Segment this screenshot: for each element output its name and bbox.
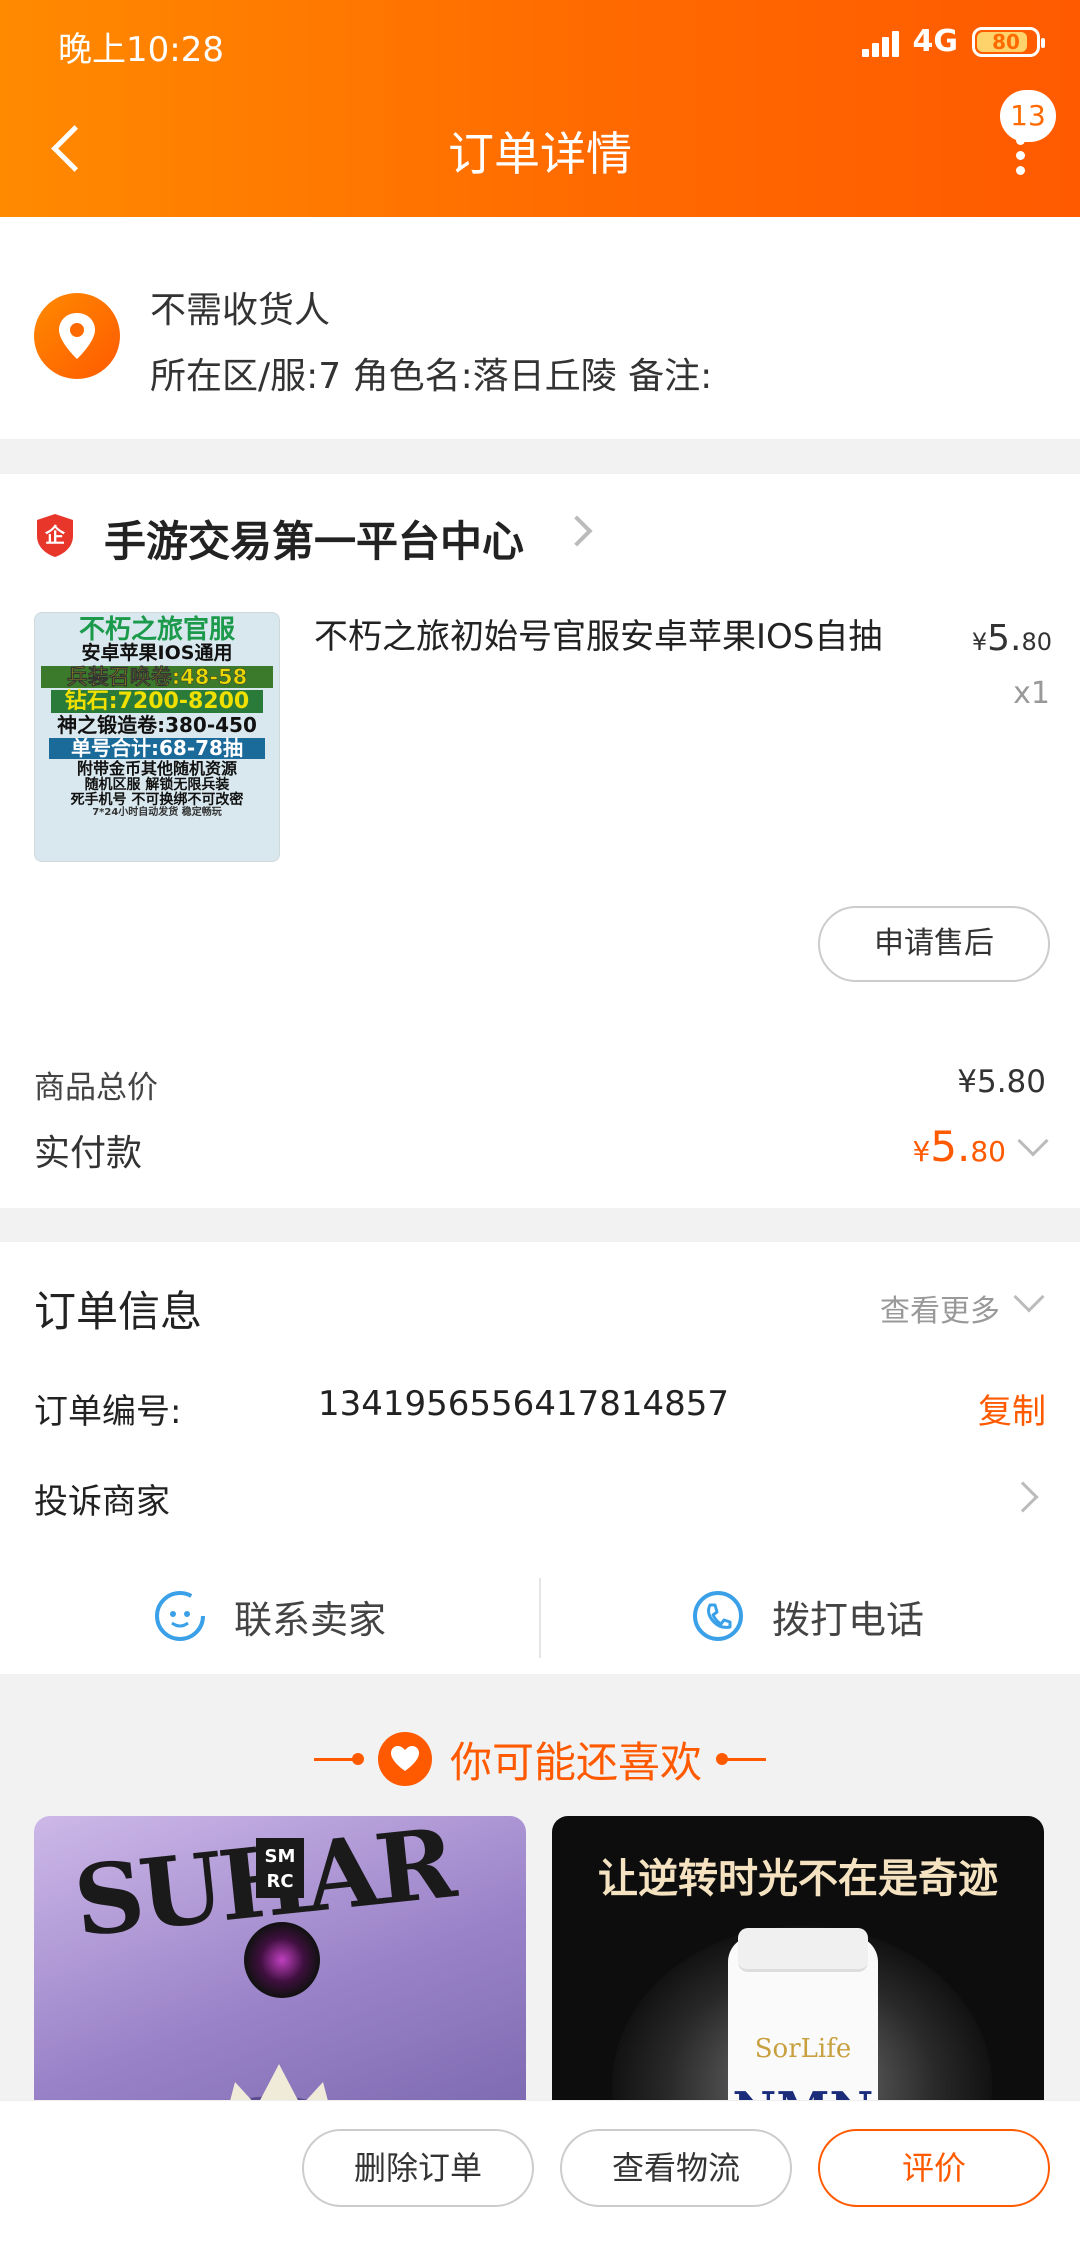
order-detail-page: 晚上10:28 4G 80 订单详情 13 不需收货人 所在区/服:7 角色名:… [0, 0, 1080, 2244]
call-phone-button[interactable]: 拨打电话 [690, 1568, 924, 1664]
card-art-eye [244, 1922, 320, 1998]
actual-paid-value: ¥5.80 [912, 1122, 1006, 1171]
contact-row: 联系卖家 拨打电话 [0, 1568, 1080, 1664]
shop-name[interactable]: 手游交易第一平台中心 [104, 508, 524, 569]
card-art-logo: SM RC [256, 1838, 304, 1898]
img-line: 单号合计:68-78抽 [49, 738, 265, 760]
product-quantity: x1 [1013, 676, 1050, 711]
signal-icon [861, 27, 899, 57]
view-logistics-button[interactable]: 查看物流 [560, 2129, 792, 2207]
complain-merchant-link[interactable]: 投诉商家 [34, 1474, 170, 1523]
currency-symbol: ¥ [912, 1135, 931, 1168]
divider [539, 1578, 541, 1658]
goods-total-label: 商品总价 [34, 1070, 158, 1106]
location-pin-icon [34, 293, 120, 379]
header: 晚上10:28 4G 80 订单详情 13 [0, 0, 1080, 217]
recommend-title: 你可能还喜欢 [449, 1737, 702, 1787]
goods-total-value: ¥5.80 [957, 1064, 1046, 1100]
chevron-down-icon[interactable] [1013, 1281, 1045, 1313]
delete-order-button[interactable]: 删除订单 [302, 2129, 534, 2207]
status-indicators: 4G 80 [861, 24, 1045, 59]
order-info-title: 订单信息 [34, 1287, 203, 1336]
receiver-detail: 所在区/服:7 角色名:落日丘陵 备注: [150, 356, 713, 397]
battery-level: 80 [992, 29, 1020, 54]
contact-seller-button[interactable]: 联系卖家 [152, 1568, 386, 1664]
price-integer: 5. [930, 1122, 971, 1171]
network-type: 4G [912, 24, 959, 59]
order-number-label: 订单编号: [34, 1392, 182, 1432]
img-line: 附带金币其他随机资源 [76, 759, 237, 779]
price-integer: 5. [987, 618, 1022, 659]
page-title: 订单详情 [448, 127, 632, 181]
img-line: 随机区服 解锁无限兵装 [84, 777, 230, 794]
price-decimal: 80 [1021, 628, 1052, 656]
img-line: 兵装召唤卷:48-58 [41, 666, 273, 689]
shop-card: 企 手游交易第一平台中心 不朽之旅官服 安卓苹果IOS通用 兵装召唤卷:48-5… [0, 474, 1080, 1208]
battery-icon: 80 [972, 26, 1045, 57]
currency-symbol: ¥ [971, 628, 988, 656]
nav-bar: 订单详情 13 [0, 90, 1080, 217]
notification-badge: 13 [1000, 90, 1056, 142]
decor-line [716, 1752, 766, 1765]
img-line: 7*24小时自动发货 稳定畅玩 [92, 806, 222, 818]
img-line: 钻石:7200-8200 [51, 690, 263, 713]
chevron-down-icon[interactable] [1017, 1125, 1049, 1157]
img-line: 不朽之旅官服 [78, 615, 235, 645]
img-line: 死手机号 不可换绑不可改密 [70, 791, 244, 808]
card-headline: 让逆转时光不在是奇迹 [598, 1856, 998, 1902]
product-price: ¥5.80 [972, 618, 1052, 659]
status-bar: 晚上10:28 4G 80 [0, 0, 1080, 90]
view-more-link[interactable]: 查看更多 [880, 1286, 1000, 1330]
product-image[interactable]: 不朽之旅官服 安卓苹果IOS通用 兵装召唤卷:48-58 钻石:7200-820… [34, 612, 280, 862]
address-card: 不需收货人 所在区/服:7 角色名:落日丘陵 备注: [0, 217, 1080, 439]
enterprise-shop-icon: 企 [34, 512, 76, 558]
status-time: 晚上10:28 [58, 30, 224, 70]
product-title[interactable]: 不朽之旅初始号官服安卓苹果IOS自抽 [314, 614, 934, 662]
rate-button[interactable]: 评价 [818, 2129, 1050, 2207]
apply-after-sale-button[interactable]: 申请售后 [818, 906, 1050, 982]
chat-smile-icon [155, 1591, 205, 1641]
actual-paid-label: 实付款 [34, 1133, 143, 1174]
order-info-card: 订单信息 查看更多 订单编号: 1341956556417814857 复制 投… [0, 1242, 1080, 1674]
chevron-right-icon[interactable] [561, 515, 593, 547]
call-phone-label: 拨打电话 [772, 1597, 925, 1642]
recommend-header: 你可能还喜欢 [0, 1724, 1080, 1794]
chevron-right-icon[interactable] [1007, 1481, 1039, 1513]
contact-seller-label: 联系卖家 [234, 1597, 387, 1642]
phone-icon [693, 1591, 743, 1641]
price-decimal: 80 [970, 1135, 1006, 1168]
img-line: 安卓苹果IOS通用 [81, 642, 233, 665]
bottom-action-bar: 删除订单 查看物流 评价 [0, 2100, 1080, 2244]
copy-button[interactable]: 复制 [978, 1384, 1046, 1433]
decor-line [313, 1752, 364, 1765]
receiver-name: 不需收货人 [150, 290, 331, 331]
img-line: 神之锻造卷:380-450 [57, 713, 257, 738]
svg-text:企: 企 [44, 523, 66, 547]
order-number-value: 1341956556417814857 [318, 1384, 730, 1424]
card-art-cap [738, 1928, 868, 1972]
card-brand: SorLife [754, 2034, 852, 2064]
heart-icon [377, 1732, 432, 1786]
